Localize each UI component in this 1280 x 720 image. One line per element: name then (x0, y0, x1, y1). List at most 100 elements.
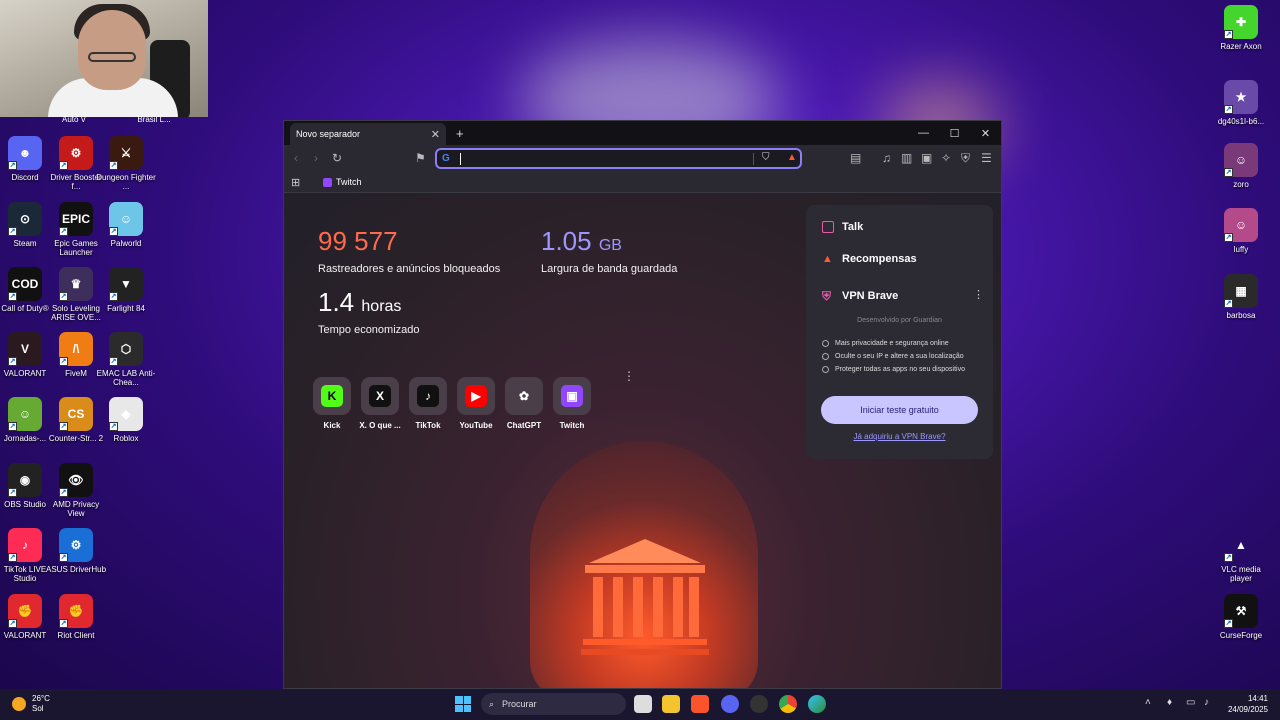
app-glyph: 👁 (68, 473, 84, 487)
top-site-icon-box: ▶ (457, 377, 495, 415)
top-site-tile[interactable]: ▣ Twitch (553, 377, 591, 430)
cut-icon-labels: Auto V Brasil L... (44, 115, 208, 124)
top-sites-more-icon[interactable]: ⋮ (623, 369, 635, 383)
desktop-icon[interactable]: ✊ ↗ Riot Client (46, 594, 106, 640)
desktop-icon-label: Riot Client (57, 631, 95, 640)
leo-ai-icon[interactable]: ✧ (941, 151, 951, 165)
file-explorer-icon[interactable] (662, 695, 680, 713)
top-site-icon-box: K (313, 377, 351, 415)
bandwidth-value: 1.05 GB (541, 226, 622, 257)
sidebar-icon[interactable]: ▥ (901, 151, 912, 165)
shortcut-arrow-icon: ↗ (8, 227, 17, 236)
shortcut-arrow-icon: ↗ (59, 488, 68, 497)
shortcut-arrow-icon: ↗ (8, 488, 17, 497)
bookmark-icon[interactable]: ⚑ (415, 151, 426, 165)
desktop-icon[interactable]: ✚ ↗ Razer Axon (1211, 5, 1271, 51)
vpn-feature-2: Oculte o seu IP e altere a sua localizaç… (822, 352, 964, 361)
talk-label: Talk (842, 221, 864, 233)
chrome-taskbar-icon[interactable] (779, 695, 797, 713)
volume-icon[interactable]: ♪ (1204, 697, 1209, 708)
start-icon[interactable] (455, 696, 471, 712)
shortcut-arrow-icon: ↗ (1224, 553, 1233, 562)
top-site-tile[interactable]: ▶ YouTube (457, 377, 495, 430)
app-icon: /\ ↗ (59, 332, 93, 366)
app-icon: ☻ ↗ (8, 136, 42, 170)
shortcut-arrow-icon: ↗ (1224, 168, 1233, 177)
top-site-tile[interactable]: ♪ TikTok (409, 377, 447, 430)
back-icon[interactable]: ‹ (294, 151, 298, 165)
media-icon[interactable]: ♫ (882, 151, 891, 165)
start-trial-button[interactable]: Iniciar teste gratuito (821, 396, 978, 424)
desktop-icon[interactable]: ⬡ ↗ EMAC LAB Anti-Chea... (96, 332, 156, 387)
task-view-icon[interactable] (634, 695, 652, 713)
brave-shields-icon[interactable]: ⛉ (762, 152, 770, 163)
desktop-icon[interactable]: ▦ ↗ barbosa (1211, 274, 1271, 320)
desktop-icon[interactable]: ⚙ ↗ ASUS DriverHub (46, 528, 106, 574)
sidebar-panel-icon[interactable]: ▤ (850, 151, 861, 165)
time-label: Tempo economizado (318, 324, 420, 336)
taskbar-search[interactable]: ⌕ Procurar (481, 693, 626, 715)
top-site-tile[interactable]: X X. O que ... (359, 377, 401, 430)
desktop-icon-label: Steam (13, 239, 37, 248)
tray-chevron-icon[interactable]: ˄ (1145, 697, 1151, 708)
forward-icon[interactable]: › (314, 151, 318, 165)
close-tab-icon[interactable]: ✕ (431, 128, 440, 141)
desktop-icon-label: zoro (1233, 180, 1249, 189)
top-sites: K Kick X X. O que ... ♪ TikTok ▶ YouTube ✿ ChatGP… (313, 377, 591, 430)
rewards-row[interactable]: ▲ Recompensas (822, 253, 917, 265)
apps-grid-icon[interactable]: ⊞ (291, 176, 300, 189)
edge-taskbar-icon[interactable] (808, 695, 826, 713)
weather-widget[interactable]: 26°C Sol (12, 694, 50, 714)
bookmark-twitch[interactable]: Twitch (323, 177, 362, 187)
desktop-icon[interactable]: ☺ ↗ luffy (1211, 208, 1271, 254)
maximize-icon[interactable]: ☐ (939, 121, 970, 145)
app-glyph: ✚ (1235, 15, 1247, 29)
desktop-icon[interactable]: ▼ ↗ Farlight 84 (96, 267, 156, 313)
vpn-icon[interactable]: ⛨ (961, 151, 970, 166)
desktop-icon[interactable]: 👁 ↗ AMD Privacy View (46, 463, 106, 518)
already-purchased-link[interactable]: Já adquiriu a VPN Brave? (806, 432, 993, 441)
bookmark-label: Twitch (336, 177, 362, 187)
check-icon (822, 340, 829, 347)
brave-taskbar-icon[interactable] (691, 695, 709, 713)
app-taskbar-icon[interactable] (750, 695, 768, 713)
microphone-icon[interactable]: ♦ (1167, 697, 1172, 708)
top-site-icon-box: ✿ (505, 377, 543, 415)
desktop-icon[interactable]: ▲ ↗ VLC media player (1211, 528, 1271, 583)
desktop-icon[interactable]: ★ ↗ dg40s1l-b6... (1211, 80, 1271, 126)
app-icon: ⬡ ↗ (109, 332, 143, 366)
app-icon: ♛ ↗ (59, 267, 93, 301)
feature-text: Proteger todas as apps no seu dispositiv… (835, 366, 965, 373)
app-glyph: CS (67, 407, 85, 421)
new-tab-icon[interactable]: + (456, 126, 464, 141)
top-site-tile[interactable]: ✿ ChatGPT (505, 377, 543, 430)
desktop-icon[interactable]: ⚒ ↗ CurseForge (1211, 594, 1271, 640)
app-icon: V ↗ (8, 332, 42, 366)
check-icon (822, 366, 829, 373)
desktop-icon[interactable]: ☺ ↗ zoro (1211, 143, 1271, 189)
app-icon: ☺ ↗ (109, 202, 143, 236)
wallet-icon[interactable]: ▣ (921, 151, 932, 165)
address-bar[interactable]: G ⛉ ▲ (435, 148, 802, 169)
app-icon: ▲ ↗ (1224, 528, 1258, 562)
clock[interactable]: 14:41 24/09/2025 (1228, 693, 1268, 715)
talk-row[interactable]: Talk (822, 221, 863, 233)
tab-new-tab[interactable]: Novo separador ✕ (290, 123, 446, 145)
desktop-icon[interactable]: ◆ ↗ Roblox (96, 397, 156, 443)
desktop-icon[interactable]: ⚔ ↗ Dungeon Fighter ... (96, 136, 156, 191)
network-icon[interactable]: ▭ (1186, 697, 1195, 708)
app-glyph: ▦ (1235, 284, 1247, 298)
top-site-tile[interactable]: K Kick (313, 377, 351, 430)
desktop-icon-label: ASUS DriverHub (46, 565, 107, 574)
desktop-icon-label: AMD Privacy View (52, 500, 100, 518)
reload-icon[interactable]: ↻ (332, 151, 342, 165)
close-window-icon[interactable]: ✕ (970, 121, 1001, 145)
shortcut-arrow-icon: ↗ (109, 227, 118, 236)
menu-icon[interactable]: ☰ (981, 151, 992, 165)
desktop-icon[interactable]: ☺ ↗ Palworld (96, 202, 156, 248)
discord-taskbar-icon[interactable] (721, 695, 739, 713)
minimize-icon[interactable]: — (908, 121, 939, 145)
vpn-more-icon[interactable]: ⋮ (973, 288, 984, 301)
brave-rewards-icon[interactable]: ▲ (787, 152, 797, 163)
desktop-icon-label: FiveM (65, 369, 87, 378)
